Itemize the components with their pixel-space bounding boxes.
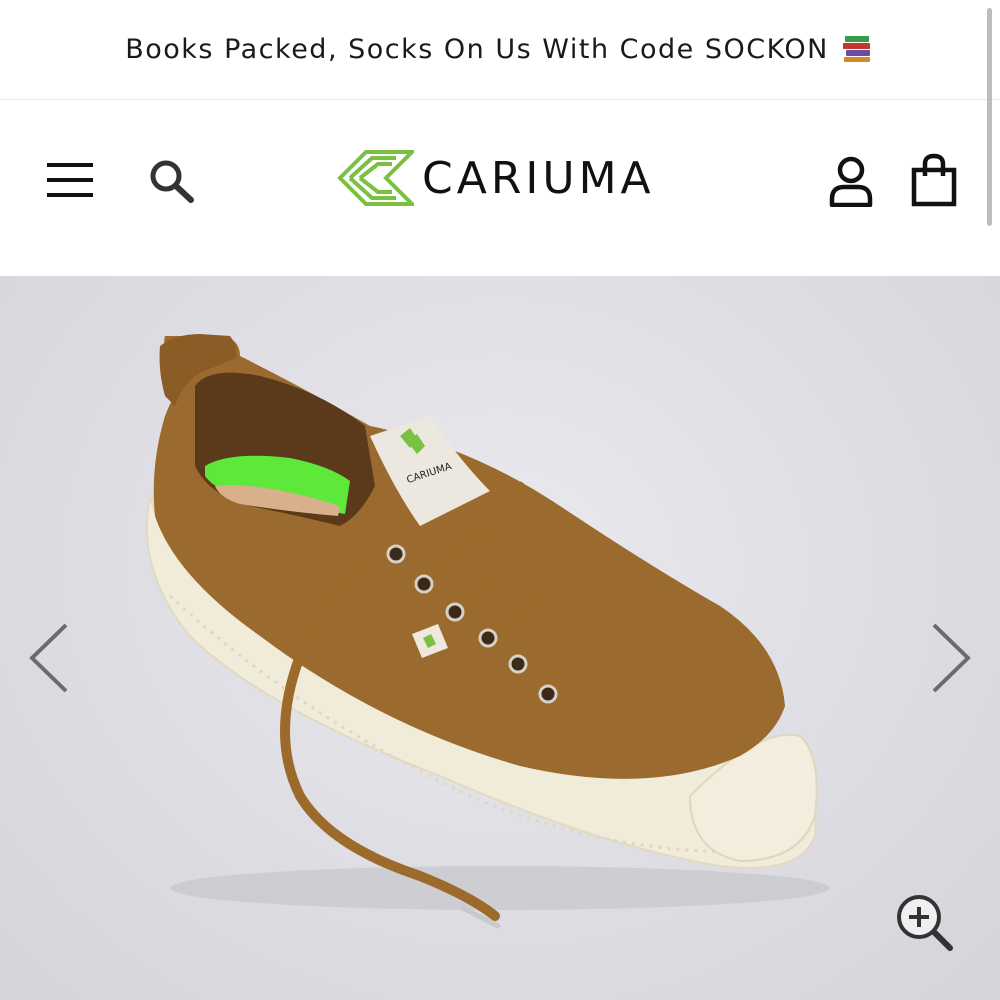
cariuma-logo[interactable]: CARIUMA xyxy=(336,146,655,210)
user-icon[interactable] xyxy=(826,154,876,208)
chevron-right-icon[interactable] xyxy=(928,621,974,699)
hamburger-menu-icon[interactable] xyxy=(44,160,96,200)
chevron-left-icon[interactable] xyxy=(26,621,72,699)
search-icon[interactable] xyxy=(146,156,196,204)
logo-text: CARIUMA xyxy=(422,152,655,204)
announcement-bar: Books Packed, Socks On Us With Code SOCK… xyxy=(0,0,1000,100)
product-image: CARIUMA xyxy=(145,334,830,929)
books-icon xyxy=(841,31,875,69)
site-header: CARIUMA xyxy=(0,100,1000,276)
shopping-bag-icon[interactable] xyxy=(908,152,960,208)
product-image-gallery: CARIUMA xyxy=(0,276,1000,1000)
logo-chevron-icon xyxy=(337,150,414,206)
zoom-in-icon[interactable] xyxy=(892,890,956,958)
page-scrollbar[interactable] xyxy=(987,8,992,226)
announcement-text: Books Packed, Socks On Us With Code SOCK… xyxy=(125,34,829,65)
